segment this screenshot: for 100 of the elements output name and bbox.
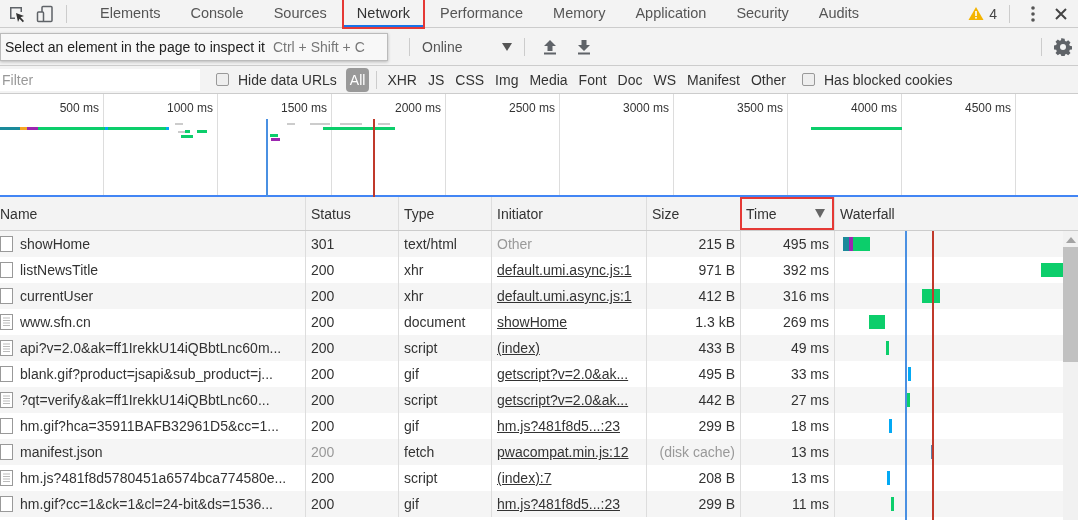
scrollbar-thumb[interactable] [1063, 247, 1078, 362]
panel-tab[interactable]: Security [723, 0, 802, 27]
request-name[interactable]: hm.gif?cc=1&ck=1&cl=24-bit&ds=1536... [20, 496, 273, 512]
type-cell: script [398, 335, 491, 361]
type-filter-button[interactable]: XHR [383, 69, 421, 90]
waterfall-bar [908, 367, 911, 381]
tick-label: 1500 ms [280, 101, 327, 115]
tick-label: 3500 ms [736, 101, 783, 115]
tooltip-text: Select an element in the page to inspect it [5, 39, 265, 55]
initiator-link[interactable]: default.umi.async.js:1 [497, 262, 632, 278]
type-filter-button[interactable]: WS [649, 69, 681, 90]
initiator-link[interactable]: hm.js?481f8d5...:23 [497, 418, 620, 434]
initiator-link[interactable]: (index):7 [497, 470, 552, 486]
time-cell: 27 ms [740, 387, 834, 413]
request-name[interactable]: api?v=2.0&ak=ff1IrekkU14iQBbtLnc60m... [20, 340, 282, 356]
caret-icon [502, 42, 512, 51]
column-header[interactable]: Size [646, 197, 740, 230]
status-cell: 200 [305, 283, 398, 309]
warning-count: 4 [989, 5, 997, 22]
type-filter-button[interactable]: Font [574, 69, 611, 90]
settings-icon[interactable] [1054, 37, 1072, 56]
initiator-link[interactable]: hm.js?481f8d5...:23 [497, 496, 620, 512]
panel-tab[interactable]: Console [177, 0, 257, 27]
checkbox-label[interactable]: Hide data URLs [238, 71, 337, 88]
request-name[interactable]: listNewsTitle [20, 262, 99, 278]
type-cell: xhr [398, 283, 491, 309]
status-cell: 301 [305, 231, 398, 257]
column-header[interactable]: Status [305, 197, 398, 230]
file-icon [0, 262, 13, 278]
status-cell: 200 [305, 335, 398, 361]
initiator-link[interactable]: default.umi.async.js:1 [497, 288, 632, 304]
request-name[interactable]: hm.js?481f8d5780451a6574bca774580e... [20, 470, 287, 486]
panel-tab[interactable]: Elements [87, 0, 174, 27]
initiator-link[interactable]: showHome [497, 314, 568, 330]
time-cell: 11 ms [740, 491, 834, 517]
initiator-text: Other [497, 236, 532, 252]
close-icon[interactable] [1054, 6, 1068, 21]
upload-icon[interactable] [543, 38, 557, 55]
panel-tab[interactable]: Memory [540, 0, 619, 27]
checkbox[interactable] [216, 73, 229, 86]
panel-tab[interactable]: Performance [427, 0, 537, 27]
type-filter-button[interactable]: Manifest [683, 69, 744, 90]
request-name[interactable]: blank.gif?product=jsapi&sub_product=j... [20, 366, 273, 382]
throttling-select[interactable]: Online [422, 38, 512, 55]
size-cell: 433 B [646, 335, 740, 361]
type-filter-button[interactable]: JS [423, 69, 449, 90]
initiator-link[interactable]: (index) [497, 340, 540, 356]
size-cell: 412 B [646, 283, 740, 309]
tick-label: 3000 ms [622, 101, 669, 115]
request-name[interactable]: hm.gif?hca=35911BAFB32961D5&cc=1... [20, 418, 279, 434]
request-name[interactable]: currentUser [20, 288, 94, 304]
column-header[interactable]: Waterfall [834, 197, 1078, 230]
device-icon[interactable] [36, 4, 54, 23]
warning-icon [968, 6, 985, 21]
column-header[interactable]: Name [0, 197, 305, 230]
request-name[interactable]: manifest.json [20, 444, 103, 460]
panel-tab[interactable]: Audits [805, 0, 873, 27]
request-name[interactable]: showHome [20, 236, 91, 252]
type-filter-button[interactable]: Img [491, 69, 523, 90]
tick-label: 500 ms [59, 101, 99, 115]
column-header[interactable]: Time [740, 197, 834, 230]
tick-label: 2500 ms [508, 101, 555, 115]
document-icon [0, 470, 13, 486]
type-cell: text/html [398, 231, 491, 257]
type-cell: fetch [398, 439, 491, 465]
type-cell: gif [398, 491, 491, 517]
request-name[interactable]: www.sfn.cn [20, 314, 91, 330]
size-cell: 215 B [646, 231, 740, 257]
filter-field[interactable]: Filter [0, 68, 200, 91]
scrollbar[interactable] [1063, 231, 1078, 520]
status-cell: 200 [305, 491, 398, 517]
panel-tab[interactable]: Network [343, 0, 424, 27]
checkbox[interactable] [802, 73, 815, 86]
more-icon[interactable] [1030, 4, 1036, 23]
checkbox-label[interactable]: Has blocked cookies [824, 71, 953, 88]
initiator-link[interactable]: getscript?v=2.0&ak... [497, 392, 629, 408]
file-icon [0, 366, 13, 382]
initiator-link[interactable]: getscript?v=2.0&ak... [497, 366, 629, 382]
panel-tab[interactable]: Application [622, 0, 720, 27]
type-filter-button[interactable]: Media [525, 69, 572, 90]
column-header[interactable]: Initiator [491, 197, 646, 230]
time-cell: 316 ms [740, 283, 834, 309]
download-icon[interactable] [577, 38, 591, 55]
inspect-icon[interactable] [8, 4, 26, 23]
size-cell: 442 B [646, 387, 740, 413]
keyboard-shortcut: Ctrl + Shift + C [272, 39, 365, 55]
initiator-link[interactable]: pwacompat.min.js:12 [497, 444, 629, 460]
waterfall-bar [886, 341, 889, 355]
panel-tab[interactable]: Sources [260, 0, 340, 27]
type-filter-button[interactable]: Other [747, 69, 790, 90]
column-header[interactable]: Type [398, 197, 491, 230]
tick-label: 4000 ms [850, 101, 897, 115]
type-cell: script [398, 387, 491, 413]
request-name[interactable]: ?qt=verify&ak=ff1IrekkU14iQBbtLnc60... [20, 392, 270, 408]
type-filter-button[interactable]: Doc [613, 69, 647, 90]
file-icon [0, 418, 13, 434]
waterfall-bar [869, 315, 885, 329]
type-filter-button[interactable]: CSS [451, 69, 489, 90]
waterfall-bar [907, 393, 910, 407]
status-cell: 200 [305, 387, 398, 413]
